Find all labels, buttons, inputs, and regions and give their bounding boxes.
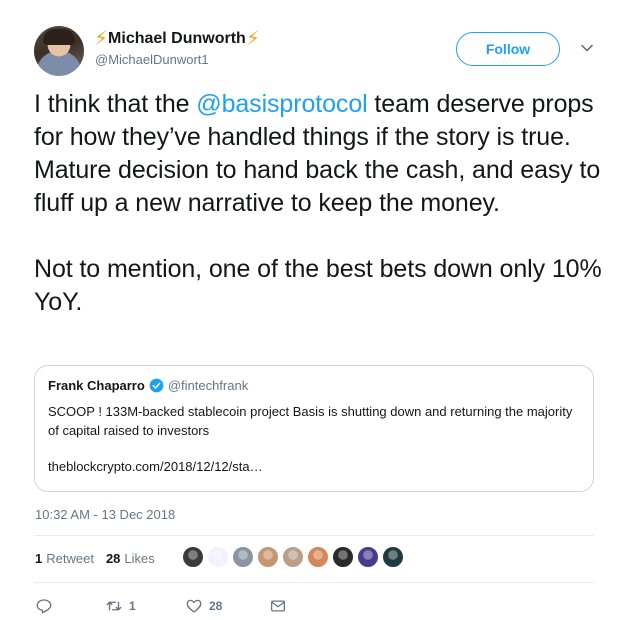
author-name[interactable]: Michael Dunworth xyxy=(108,30,246,48)
author-handle[interactable]: @MichaelDunwort1 xyxy=(95,52,209,67)
likes-label: Likes xyxy=(124,551,155,566)
retweets-count: 1 xyxy=(35,551,43,566)
verified-badge-icon xyxy=(149,378,164,393)
quoted-tweet-text: SCOOP ! 133M-backed stablecoin project B… xyxy=(48,404,573,438)
mention-link[interactable]: @basisprotocol xyxy=(196,90,367,118)
message-button[interactable] xyxy=(269,597,287,615)
tweet-stats: 1 Retweet 28 Likes xyxy=(35,551,167,566)
retweets-stat[interactable]: 1 Retweet xyxy=(35,551,94,566)
envelope-icon xyxy=(270,600,286,612)
liker-avatar[interactable] xyxy=(232,546,254,568)
liker-avatar[interactable] xyxy=(332,546,354,568)
heart-icon xyxy=(186,599,202,613)
likes-stat[interactable]: 28 Likes xyxy=(106,551,155,566)
likes-count: 28 xyxy=(105,551,121,566)
tweet-text-segment: I think that the xyxy=(34,90,197,118)
tweet-actions: 1 28 xyxy=(35,596,287,616)
quoted-author-name: Frank Chaparro xyxy=(48,378,145,393)
like-button[interactable]: 28 xyxy=(185,597,269,615)
reply-button[interactable] xyxy=(35,597,105,615)
author-name-row[interactable]: ⚡ Michael Dunworth ⚡ xyxy=(94,29,260,49)
liker-avatar[interactable] xyxy=(282,546,304,568)
liker-avatars xyxy=(182,546,407,568)
chevron-down-icon[interactable] xyxy=(579,40,595,56)
liker-avatar[interactable] xyxy=(357,546,379,568)
retweet-icon xyxy=(106,601,122,611)
liker-avatar[interactable] xyxy=(182,546,204,568)
liker-avatar[interactable] xyxy=(207,546,229,568)
quoted-tweet[interactable]: Frank Chaparro @fintechfrank SCOOP ! 133… xyxy=(34,365,594,492)
author-avatar[interactable] xyxy=(34,26,84,76)
like-count: 28 xyxy=(209,599,223,613)
quoted-author-handle: @fintechfrank xyxy=(167,378,249,393)
liker-avatar[interactable] xyxy=(307,546,329,568)
tweet-text: I think that the @basisprotocol team des… xyxy=(34,88,604,319)
tweet-timestamp[interactable]: 10:32 AM - 13 Dec 2018 xyxy=(35,507,175,522)
divider xyxy=(34,582,594,583)
retweet-button[interactable]: 1 xyxy=(105,597,185,615)
quoted-tweet-header: Frank Chaparro @fintechfrank xyxy=(48,378,248,393)
tweet-paragraph-2: Not to mention, one of the best bets dow… xyxy=(34,255,602,316)
retweets-label: Retweet xyxy=(46,551,94,566)
follow-button[interactable]: Follow xyxy=(456,32,560,66)
divider xyxy=(34,535,594,536)
tweet-paragraph-1: I think that the @basisprotocol team des… xyxy=(34,88,604,220)
lightning-icon: ⚡ xyxy=(94,28,109,50)
liker-avatar[interactable] xyxy=(257,546,279,568)
quoted-tweet-link[interactable]: theblockcrypto.com/2018/12/12/sta… xyxy=(48,459,263,474)
lightning-icon: ⚡ xyxy=(245,28,260,50)
liker-avatar[interactable] xyxy=(382,546,404,568)
retweet-count: 1 xyxy=(129,599,136,613)
reply-icon xyxy=(36,599,52,614)
